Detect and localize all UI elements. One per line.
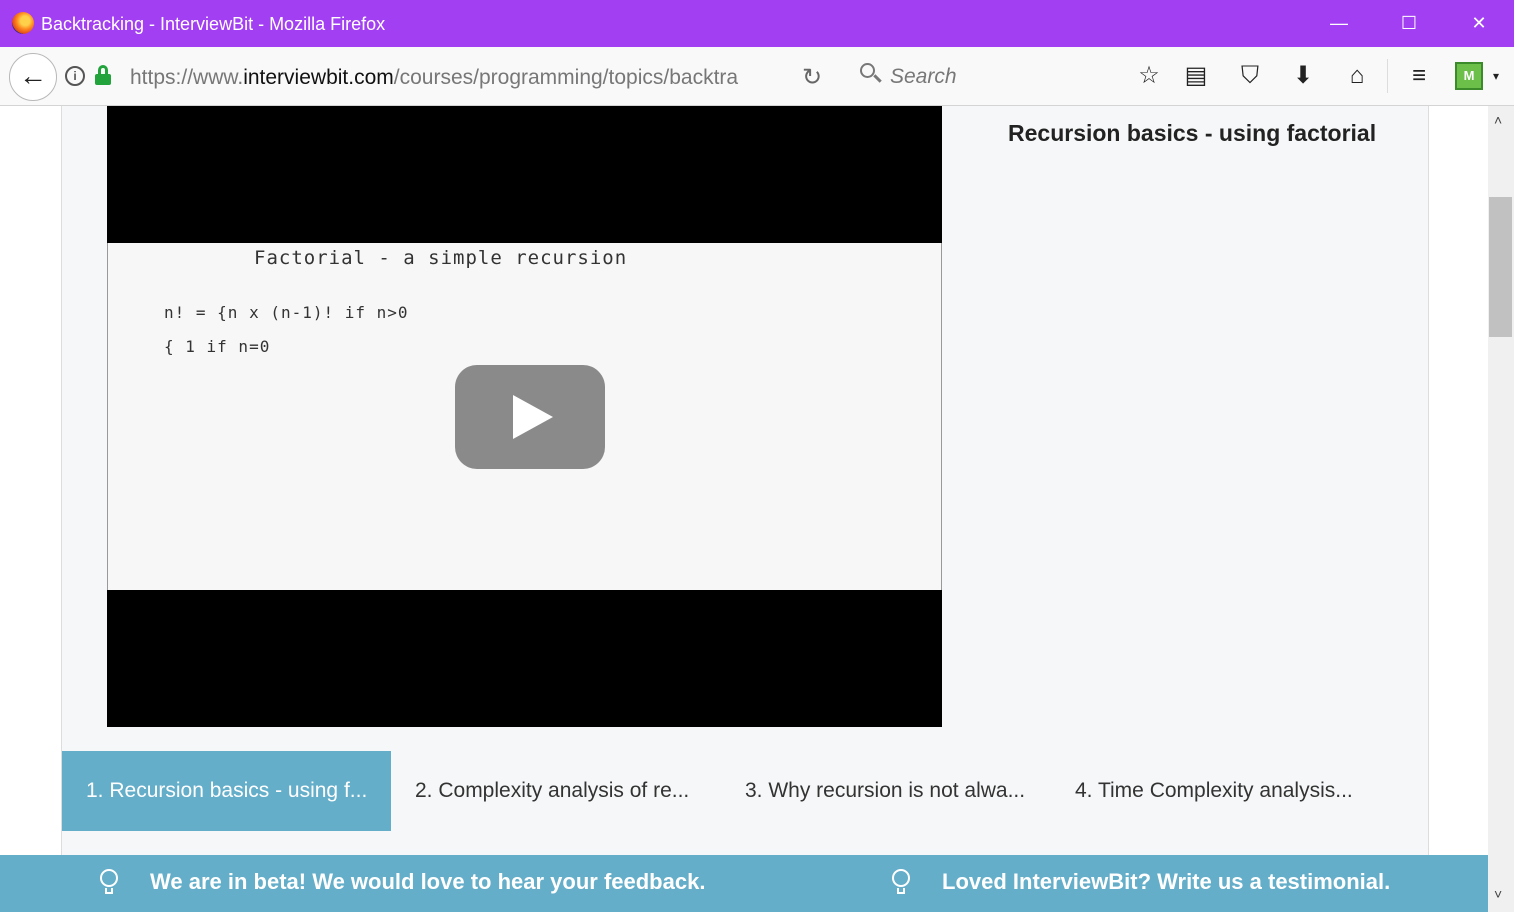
playlist-item[interactable]: 1. Recursion basics - using f...: [62, 751, 391, 831]
reading-list-icon[interactable]: ▤: [1181, 61, 1211, 91]
url-prefix: https://www.: [130, 66, 244, 89]
search-icon: [860, 63, 882, 85]
title-bar: Backtracking - InterviewBit - Mozilla Fi…: [0, 0, 1514, 47]
playlist-item[interactable]: 2. Complexity analysis of re...: [415, 751, 689, 831]
feedback-banner: We are in beta! We would love to hear yo…: [0, 855, 1488, 912]
slide-title: Factorial - a simple recursion: [254, 247, 628, 269]
slide-line-1: n! = {n x (n-1)! if n>0: [164, 303, 409, 322]
testimonial-link[interactable]: Loved InterviewBit? Write us a testimoni…: [942, 868, 1390, 896]
lock-icon[interactable]: [95, 65, 111, 87]
navigation-toolbar: ← i https://www.interviewbit.com/courses…: [0, 47, 1514, 106]
reload-icon[interactable]: ↻: [802, 63, 822, 92]
toolbar-separator: [1387, 59, 1388, 93]
pocket-icon[interactable]: ⛉: [1235, 61, 1265, 91]
page-content: Factorial - a simple recursion n! = {n x…: [0, 106, 1488, 912]
extension-icon[interactable]: M: [1455, 62, 1483, 90]
slide-line-2: { 1 if n=0: [164, 337, 271, 356]
lightbulb-icon: [892, 869, 910, 895]
close-button[interactable]: ✕: [1446, 0, 1512, 47]
home-icon[interactable]: ⌂: [1342, 61, 1372, 91]
playlist-item[interactable]: 3. Why recursion is not alwa...: [745, 751, 1025, 831]
video-player[interactable]: Factorial - a simple recursion n! = {n x…: [107, 106, 942, 727]
minimize-button[interactable]: —: [1306, 0, 1372, 47]
feedback-link[interactable]: We are in beta! We would love to hear yo…: [150, 868, 705, 896]
url-path: /courses/programming/topics/backtra: [393, 66, 739, 89]
back-button[interactable]: ←: [9, 53, 57, 101]
extension-dropdown-icon[interactable]: ▾: [1493, 69, 1499, 83]
playlist: 1. Recursion basics - using f... 2. Comp…: [62, 751, 1428, 831]
download-icon[interactable]: ⬇: [1288, 61, 1318, 91]
info-icon[interactable]: i: [65, 66, 85, 86]
video-frame: Factorial - a simple recursion n! = {n x…: [107, 243, 942, 590]
menu-icon[interactable]: ≡: [1404, 61, 1434, 91]
url-bar[interactable]: https://www.interviewbit.com/courses/pro…: [130, 65, 752, 91]
scroll-down-icon[interactable]: ˅: [1494, 886, 1502, 902]
lightbulb-icon: [100, 869, 118, 895]
scroll-thumb[interactable]: [1489, 197, 1512, 337]
window-title: Backtracking - InterviewBit - Mozilla Fi…: [41, 14, 386, 34]
play-button[interactable]: [455, 365, 605, 469]
vertical-scrollbar[interactable]: ˄ ˅: [1488, 106, 1514, 912]
playlist-item[interactable]: 4. Time Complexity analysis...: [1075, 751, 1353, 831]
bookmark-star-icon[interactable]: ☆: [1134, 61, 1164, 91]
maximize-button[interactable]: ☐: [1376, 0, 1442, 47]
play-icon: [513, 395, 553, 439]
video-title: Recursion basics - using factorial: [1008, 120, 1377, 146]
search-input[interactable]: Search: [890, 64, 957, 90]
url-host: interviewbit.com: [243, 66, 394, 89]
firefox-icon: [12, 12, 34, 34]
scroll-up-icon[interactable]: ˄: [1494, 112, 1502, 128]
